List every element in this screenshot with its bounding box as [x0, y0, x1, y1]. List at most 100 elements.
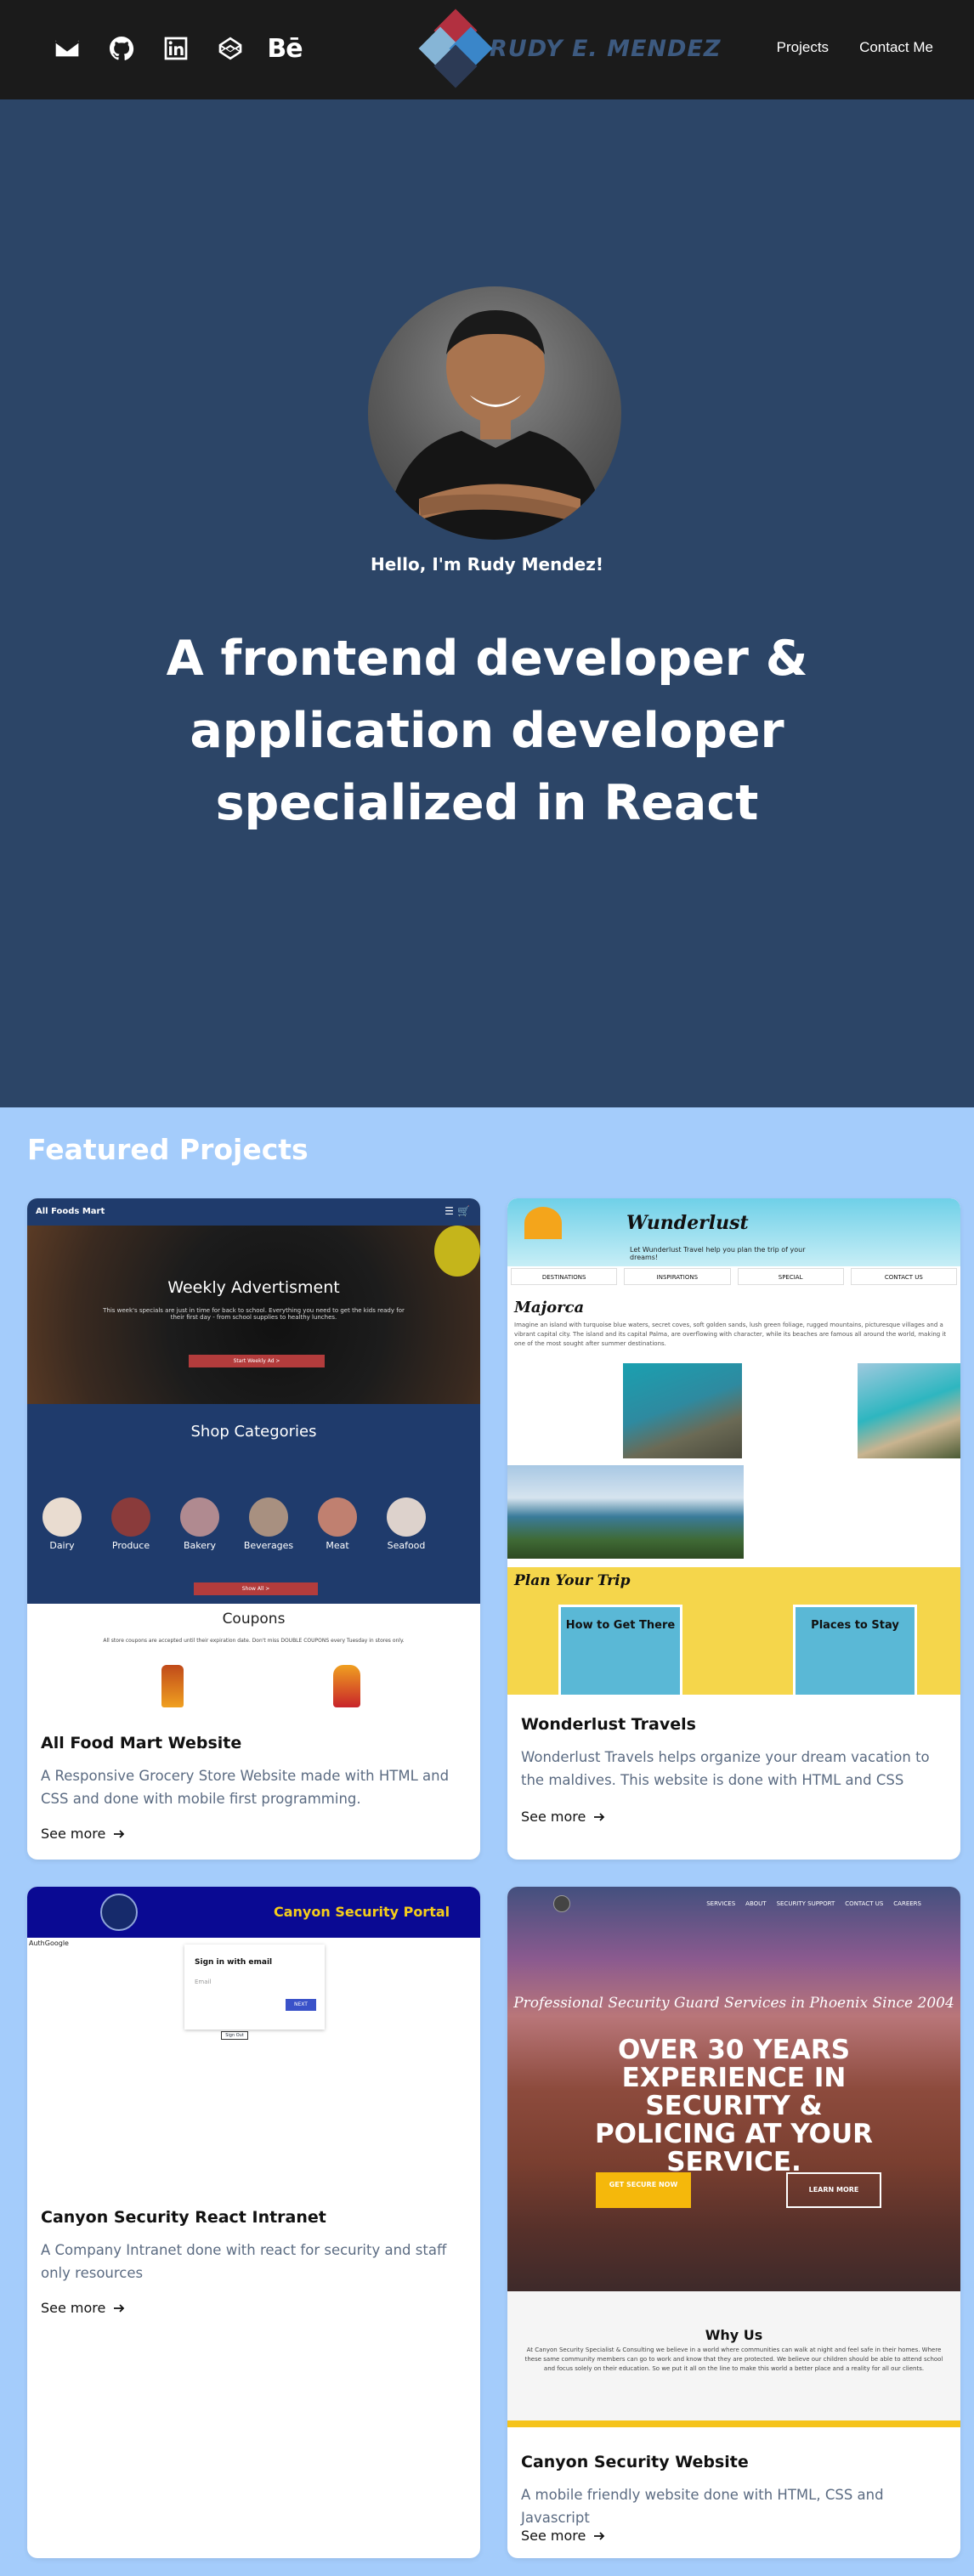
- shot-nav: DESTINATIONS INSPIRATIONS SPECIAL CONTAC…: [507, 1268, 960, 1285]
- shot-categories: Shop Categories Dairy Produce Bakery Bev…: [27, 1404, 480, 1604]
- shot-category-label: Meat: [326, 1540, 349, 1551]
- logo-diamonds-icon: [416, 8, 495, 88]
- see-more-label: See more: [41, 1826, 106, 1842]
- shot-nav-item: SERVICES: [706, 1900, 736, 1907]
- shot-category: Produce: [105, 1497, 157, 1551]
- shot-nav-item: CONTACT US: [845, 1900, 884, 1907]
- shot-photo-beach: [858, 1363, 960, 1458]
- arrow-right-icon: [114, 1829, 125, 1838]
- project-screenshot: Wunderlust Let Wunderlust Travel help yo…: [507, 1198, 960, 1695]
- shot-cta-primary: GET SECURE NOW: [596, 2172, 691, 2208]
- shot-photo-cove: [623, 1363, 742, 1458]
- shot-category-label: Dairy: [49, 1540, 75, 1551]
- shot-category: Meat: [311, 1497, 364, 1551]
- social-links: Bē: [53, 34, 303, 64]
- see-more-link[interactable]: See more: [521, 1809, 606, 1825]
- shot-why-title: Why Us: [705, 2327, 763, 2343]
- produce-icon: [111, 1497, 150, 1537]
- bakery-icon: [180, 1497, 219, 1537]
- hero-title: A frontend developer & application devel…: [166, 631, 808, 831]
- shot-nav-item: DESTINATIONS: [511, 1268, 618, 1285]
- see-more-label: See more: [521, 1809, 586, 1825]
- shot-plan-title: Plan Your Trip: [514, 1572, 631, 1589]
- shot-signin-title: Sign in with email: [195, 1958, 273, 1967]
- shot-plan-section: Plan Your Trip How to Get There Places t…: [507, 1567, 960, 1695]
- shot-signin-box: Sign in with email Email NEXT: [184, 1945, 325, 2030]
- shot-portal-title: Canyon Security Portal: [274, 1904, 450, 1920]
- shot-categories-button: Show All >: [194, 1582, 318, 1595]
- shot-category: Dairy: [36, 1497, 88, 1551]
- shot-nav: SERVICES ABOUT SECURITY SUPPORT CONTACT …: [706, 1900, 921, 1907]
- site-logo[interactable]: RUDY E. MENDEZ: [416, 8, 722, 88]
- project-card-wonderlust[interactable]: Wunderlust Let Wunderlust Travel help yo…: [507, 1198, 960, 1860]
- shot-cart-icon: ☰ 🛒: [445, 1205, 470, 1217]
- nav-link-projects[interactable]: Projects: [777, 39, 829, 56]
- shot-category: Bakery: [173, 1497, 226, 1551]
- featured-projects-heading: Featured Projects: [27, 1133, 309, 1166]
- sauce-bottle-icon: [333, 1665, 360, 1707]
- see-more-link[interactable]: See more: [41, 2300, 126, 2316]
- shot-topbar: All Foods Mart ☰ 🛒: [27, 1198, 480, 1226]
- shot-nav-item: CAREERS: [893, 1900, 921, 1907]
- profile-photo: [368, 286, 621, 540]
- shot-logo-badge-icon: [100, 1894, 138, 1931]
- project-description: A Responsive Grocery Store Website made …: [41, 1768, 450, 1807]
- project-title: Wonderlust Travels: [521, 1715, 696, 1734]
- shot-hero-title: Weekly Advertisment: [167, 1278, 340, 1297]
- shot-coupons: Coupons All store coupons are accepted u…: [27, 1604, 480, 1713]
- shot-tile: How to Get There: [558, 1605, 682, 1695]
- codepen-icon[interactable]: [216, 34, 245, 63]
- shot-nav-item: SECURITY SUPPORT: [776, 1900, 835, 1907]
- shot-category-label: Seafood: [387, 1540, 426, 1551]
- shot-hero-text: This week's specials are just in time fo…: [103, 1307, 405, 1321]
- shot-why-text: At Canyon Security Specialist & Consulti…: [524, 2347, 943, 2372]
- behance-icon[interactable]: Bē: [267, 34, 303, 64]
- arrow-right-icon: [594, 1812, 605, 1821]
- shot-email-placeholder: Email: [195, 1979, 212, 1985]
- shot-tile-label: How to Get There: [565, 1619, 676, 1632]
- nav-links: Projects Contact Me: [777, 39, 933, 56]
- mail-icon[interactable]: [53, 34, 82, 63]
- project-screenshot: SERVICES ABOUT SECURITY SUPPORT CONTACT …: [507, 1887, 960, 2434]
- shot-coupons-title: Coupons: [222, 1611, 286, 1628]
- linkedin-icon[interactable]: [161, 34, 190, 63]
- project-description: A Company Intranet done with react for s…: [41, 2242, 447, 2281]
- see-more-link[interactable]: See more: [521, 2528, 606, 2544]
- project-card-canyon-intranet[interactable]: Canyon Security Portal AuthGoogle Sign i…: [27, 1887, 480, 2558]
- project-screenshot: All Foods Mart ☰ 🛒 Weekly Advertisment T…: [27, 1198, 480, 1713]
- nav-link-contact[interactable]: Contact Me: [859, 39, 933, 56]
- seafood-icon: [387, 1497, 426, 1537]
- see-more-link[interactable]: See more: [41, 1826, 126, 1842]
- shot-category: Seafood: [380, 1497, 433, 1551]
- see-more-label: See more: [41, 2300, 106, 2316]
- shot-cta-secondary: LEARN MORE: [786, 2172, 881, 2208]
- hero-section: Hello, I'm Rudy Mendez! A frontend devel…: [0, 99, 974, 1107]
- hero-greeting: Hello, I'm Rudy Mendez!: [371, 554, 603, 575]
- arrow-right-icon: [594, 2531, 605, 2540]
- shot-text: Imagine an island with turquoise blue wa…: [514, 1322, 947, 1347]
- shot-coupons-text: All store coupons are accepted until the…: [103, 1638, 405, 1644]
- project-card-canyon-website[interactable]: SERVICES ABOUT SECURITY SUPPORT CONTACT …: [507, 1887, 960, 2558]
- see-more-label: See more: [521, 2528, 586, 2544]
- shot-logo: Wunderlust: [626, 1212, 749, 1234]
- shot-signout-button: Sign Out: [221, 2031, 248, 2040]
- shot-headline: OVER 30 YEARS EXPERIENCE IN SECURITY & P…: [594, 2035, 874, 2177]
- github-icon[interactable]: [107, 34, 136, 63]
- shot-auth-label: AuthGoogle: [29, 1939, 69, 1947]
- dairy-icon: [42, 1497, 82, 1537]
- logo-text: RUDY E. MENDEZ: [490, 35, 722, 62]
- project-screenshot: Canyon Security Portal AuthGoogle Sign i…: [27, 1887, 480, 2201]
- shot-header: Wunderlust Let Wunderlust Travel help yo…: [507, 1198, 960, 1266]
- shot-category-label: Produce: [111, 1540, 150, 1551]
- shot-nav-item: INSPIRATIONS: [624, 1268, 731, 1285]
- shot-category: Beverages: [242, 1497, 295, 1551]
- shot-tagline: Let Wunderlust Travel help you plan the …: [630, 1246, 806, 1261]
- project-card-food-mart[interactable]: All Foods Mart ☰ 🛒 Weekly Advertisment T…: [27, 1198, 480, 1860]
- sun-palm-icon: [524, 1207, 562, 1239]
- shot-subtitle: Professional Security Guard Services in …: [513, 1995, 954, 2012]
- top-navbar: Bē RUDY E. MENDEZ Projects Contact Me: [0, 0, 974, 99]
- sauce-bottle-icon: [161, 1665, 184, 1707]
- shot-heading: Majorca: [514, 1299, 585, 1316]
- shot-brand: All Foods Mart: [36, 1207, 105, 1216]
- shot-category-label: Bakery: [183, 1540, 217, 1551]
